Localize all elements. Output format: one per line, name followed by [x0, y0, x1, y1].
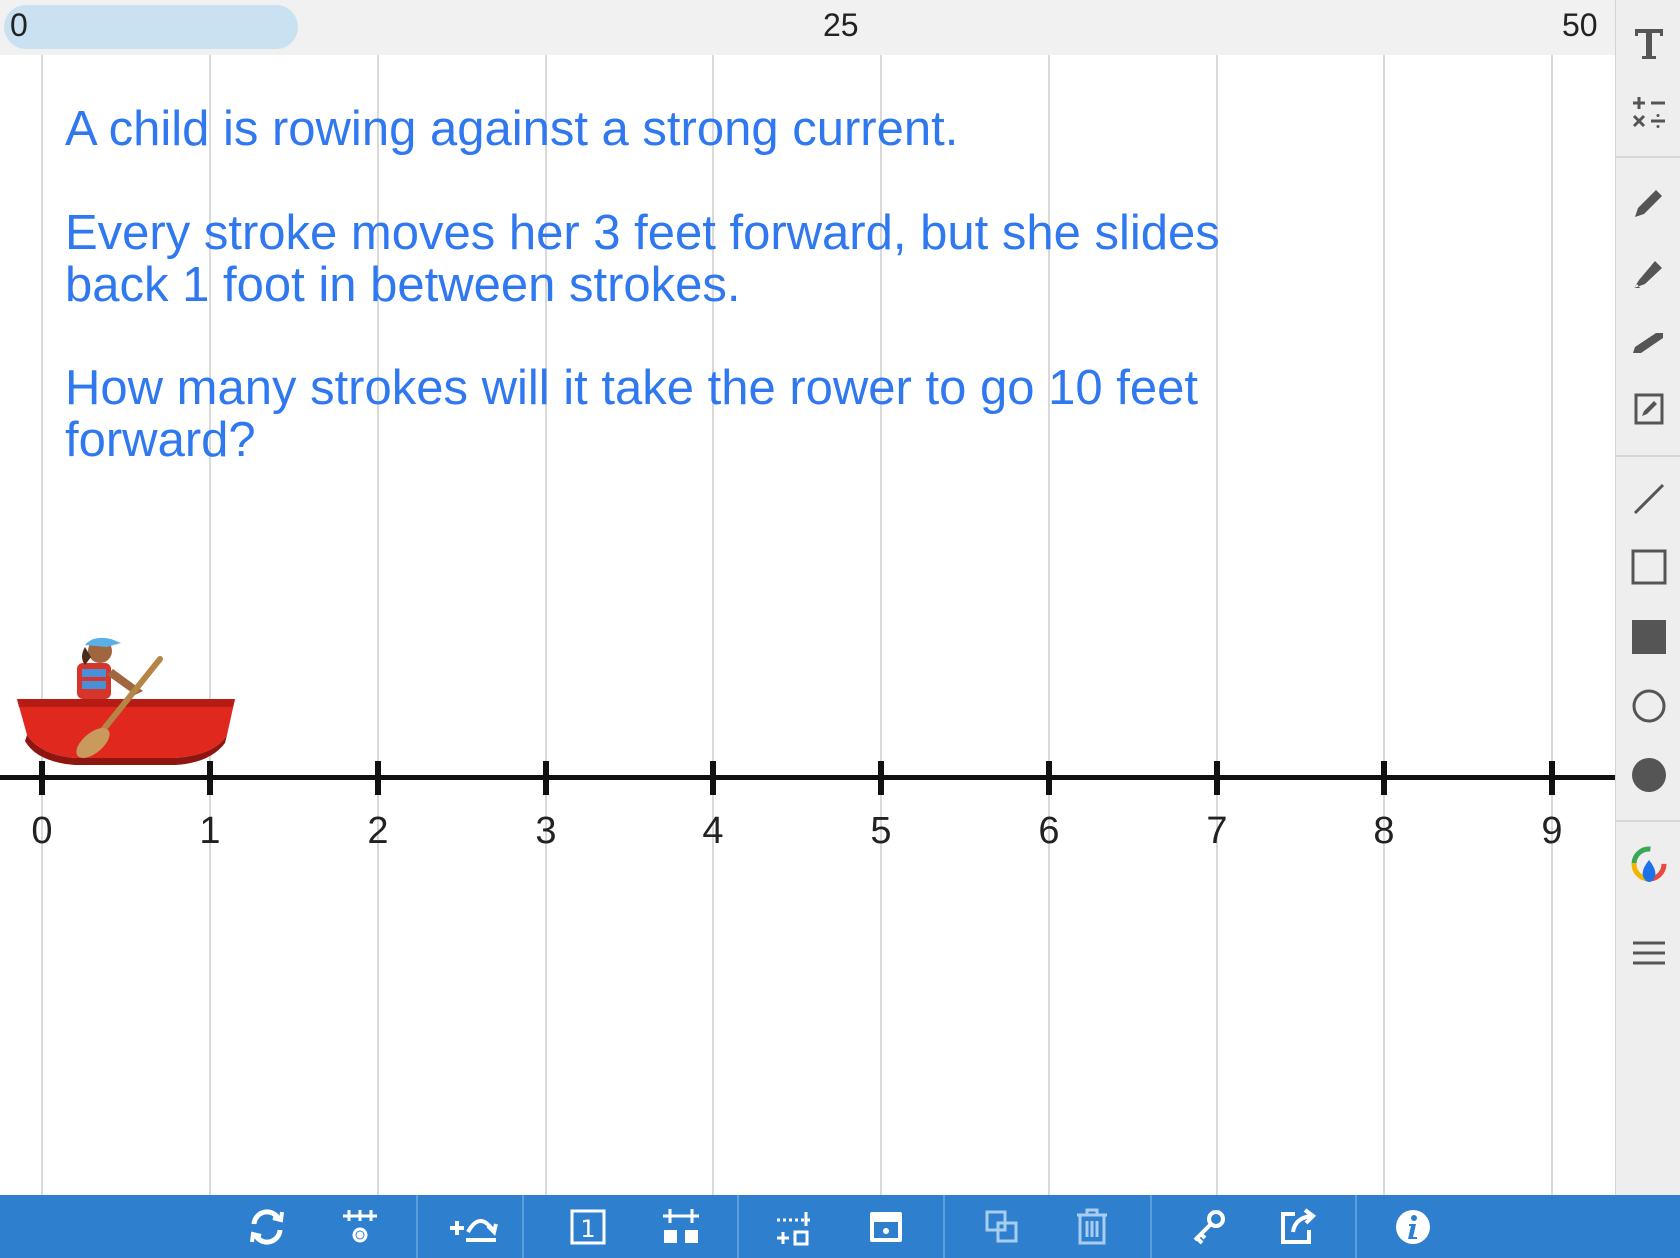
toolbar-divider [943, 1195, 945, 1258]
rowboat-image[interactable] [15, 635, 237, 770]
trash-icon[interactable] [1066, 1201, 1118, 1253]
tick-marks-icon[interactable] [655, 1201, 707, 1253]
marker-icon[interactable] [1626, 250, 1672, 296]
scroll-thumb[interactable] [4, 5, 298, 49]
number-box-icon[interactable]: 1 [562, 1201, 614, 1253]
drawing-toolbar [1615, 0, 1680, 1195]
number-line-axis [0, 775, 1615, 780]
svg-text:1: 1 [580, 1215, 595, 1243]
key-icon[interactable] [1183, 1201, 1235, 1253]
circle-outline-icon[interactable] [1626, 683, 1672, 729]
duplicate-icon[interactable] [976, 1201, 1028, 1253]
toolbar-divider [1616, 156, 1680, 158]
hide-icon[interactable] [860, 1201, 912, 1253]
rectangle-filled-icon[interactable] [1626, 614, 1672, 660]
math-symbols-icon[interactable] [1626, 88, 1672, 134]
toolbar-divider [1150, 1195, 1152, 1258]
range-scrollbar[interactable]: 0 25 50 [0, 0, 1615, 55]
toolbar-divider [416, 1195, 418, 1258]
settings-icon[interactable] [334, 1201, 386, 1253]
problem-text-line-3[interactable]: How many strokes will it take the rower … [65, 362, 1245, 466]
add-line-icon[interactable] [768, 1201, 820, 1253]
tick-label: 5 [870, 810, 892, 852]
toolbar-divider [1355, 1195, 1357, 1258]
bottom-toolbar: 1 [0, 1195, 1680, 1258]
tick-label: 7 [1206, 810, 1228, 852]
grid-line [41, 55, 43, 1195]
line-tool-icon[interactable] [1626, 476, 1672, 522]
info-icon[interactable] [1387, 1201, 1439, 1253]
tick-label: 9 [1541, 810, 1563, 852]
tick-label: 0 [31, 810, 53, 852]
grid-line [1551, 55, 1553, 1195]
text-tool-icon[interactable] [1626, 20, 1672, 66]
tick-label: 6 [1038, 810, 1060, 852]
rectangle-outline-icon[interactable] [1626, 544, 1672, 590]
range-start-label: 0 [10, 7, 28, 43]
workspace-canvas[interactable]: A child is rowing against a strong curre… [0, 55, 1615, 1195]
number-line-tick [1214, 761, 1220, 795]
color-picker-icon[interactable] [1626, 843, 1672, 889]
problem-text-line-1[interactable]: A child is rowing against a strong curre… [65, 103, 1245, 155]
tick-label: 2 [367, 810, 389, 852]
highlighter-icon[interactable] [1626, 318, 1672, 364]
number-line-tick [543, 761, 549, 795]
pencil-icon[interactable] [1626, 180, 1672, 226]
number-line-tick [1381, 761, 1387, 795]
number-line-tick [375, 761, 381, 795]
circle-filled-icon[interactable] [1626, 752, 1672, 798]
toolbar-divider [737, 1195, 739, 1258]
tick-label: 3 [535, 810, 557, 852]
toolbar-divider [522, 1195, 524, 1258]
add-jump-icon[interactable] [446, 1201, 498, 1253]
tick-label: 4 [702, 810, 724, 852]
share-icon[interactable] [1272, 1201, 1324, 1253]
tick-label: 1 [199, 810, 221, 852]
tick-label: 8 [1373, 810, 1395, 852]
toolbar-divider [1616, 455, 1680, 457]
edit-note-icon[interactable] [1626, 386, 1672, 432]
number-line-tick [39, 761, 45, 795]
refresh-icon[interactable] [241, 1201, 293, 1253]
number-line-tick [1549, 761, 1555, 795]
number-line-tick [710, 761, 716, 795]
menu-icon[interactable] [1626, 930, 1672, 976]
number-line-tick [1046, 761, 1052, 795]
number-line-tick [207, 761, 213, 795]
number-line-tick [878, 761, 884, 795]
problem-text-line-2[interactable]: Every stroke moves her 3 feet forward, b… [65, 207, 1245, 311]
range-mid-label: 25 [823, 7, 859, 43]
toolbar-divider [1616, 820, 1680, 822]
grid-line [1383, 55, 1385, 1195]
range-end-label: 50 [1562, 7, 1598, 43]
